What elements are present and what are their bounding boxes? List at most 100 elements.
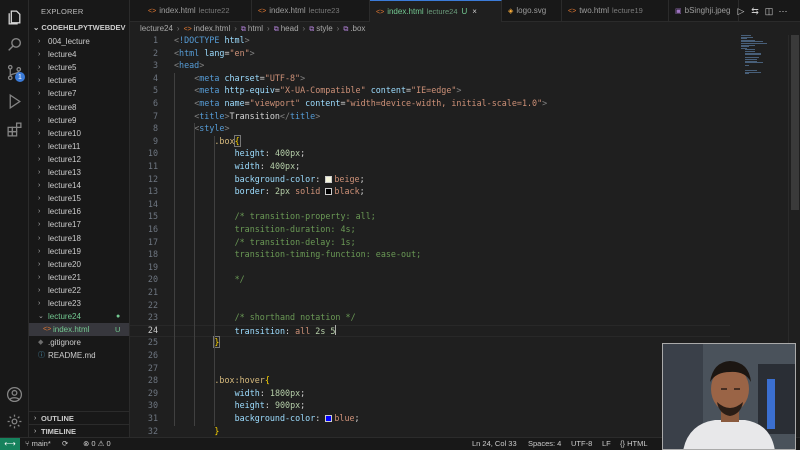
sync-icon[interactable]: ⟳ xyxy=(62,438,68,450)
gitignore-file-icon: ◆ xyxy=(38,339,44,347)
code-line: width: 1800px; xyxy=(235,388,306,398)
compare-changes-icon[interactable]: ⇆ xyxy=(748,6,762,17)
code-token: meta xyxy=(199,85,225,96)
code-line: <style> xyxy=(194,123,229,133)
remote-indicator-icon[interactable]: ⟷ xyxy=(0,438,20,450)
folder-lecture24[interactable]: ⌄ ● lecture24 xyxy=(29,310,129,323)
encoding-setting[interactable]: UTF-8 xyxy=(571,438,592,450)
eol-setting[interactable]: LF xyxy=(602,438,611,450)
breadcrumb-item[interactable]: ⧉ .box xyxy=(343,24,365,33)
color-swatch[interactable] xyxy=(325,175,333,183)
folder-lecture21[interactable]: › lecture21 xyxy=(29,271,129,284)
folder-004-lecture[interactable]: › 004_lecture xyxy=(29,35,129,48)
chevron-right-icon: › xyxy=(38,51,41,59)
extensions-icon[interactable] xyxy=(5,120,24,139)
tab-index-html-lecture24[interactable]: <> index.html lecture24 U × xyxy=(370,0,502,22)
workspace-root[interactable]: ⌄ CODEHELPYTWEBDEV xyxy=(33,23,126,32)
code-token: */ xyxy=(234,274,245,285)
search-icon[interactable] xyxy=(5,35,24,54)
line-number: 18 xyxy=(147,249,158,260)
folder-lecture11[interactable]: › lecture11 xyxy=(29,140,129,153)
folder-lecture6[interactable]: › lecture6 xyxy=(29,74,129,87)
tab-index-html-lecture23[interactable]: <> index.html lecture23 xyxy=(252,0,370,22)
indent-guide xyxy=(174,72,175,426)
settings-gear-icon[interactable] xyxy=(5,412,24,431)
folder-lecture4[interactable]: › lecture4 xyxy=(29,48,129,61)
split-editor-icon[interactable]: ◫ xyxy=(762,6,776,17)
folder-lecture10[interactable]: › lecture10 xyxy=(29,127,129,140)
scrollbar-thumb[interactable] xyxy=(791,35,799,210)
breadcrumb-item[interactable]: ⧉ head xyxy=(274,24,299,33)
close-icon[interactable]: × xyxy=(472,7,477,16)
color-swatch[interactable] xyxy=(325,415,333,422)
account-icon[interactable] xyxy=(5,385,24,404)
tab-bsinghji-jpeg[interactable]: ▣ bSinghji.jpeg xyxy=(669,0,739,22)
code-token: transition-duration: 4s; xyxy=(234,224,356,234)
folder-lecture22[interactable]: › lecture22 xyxy=(29,284,129,297)
code-token: solid xyxy=(295,186,326,197)
chevron-right-icon: › xyxy=(38,260,41,268)
line-number: 22 xyxy=(147,299,158,310)
code-token: 2s xyxy=(315,325,326,336)
folder-lecture20[interactable]: › lecture20 xyxy=(29,258,129,271)
symbol-element-icon: ⧉ xyxy=(309,26,315,33)
folder-lecture5[interactable]: › lecture5 xyxy=(29,61,129,74)
color-swatch[interactable] xyxy=(325,188,333,196)
run-icon[interactable]: ▷ xyxy=(734,6,748,17)
timeline-section[interactable]: › TIMELINE xyxy=(29,424,129,437)
language-mode[interactable]: {} HTML xyxy=(620,438,648,450)
code-token: : xyxy=(259,161,270,171)
folder-lecture16[interactable]: › lecture16 xyxy=(29,205,129,218)
code-token: "X-UA-Compatible" xyxy=(279,85,366,96)
folder-lecture12[interactable]: › lecture12 xyxy=(29,153,129,166)
breadcrumb-label: style xyxy=(316,24,333,33)
tree-item-label: lecture6 xyxy=(48,76,77,86)
tree-item-label: lecture7 xyxy=(48,89,77,99)
code-token: transition xyxy=(234,325,286,336)
tab-filename: index.html xyxy=(387,7,424,16)
tab-two-html-lecture19[interactable]: <> two.html lecture19 xyxy=(562,0,669,22)
line-number: 3 xyxy=(152,60,158,71)
code-token: content xyxy=(305,98,341,108)
html-file-icon: <> xyxy=(258,8,267,15)
tree-item-label: lecture13 xyxy=(48,168,81,177)
folder-lecture13[interactable]: › lecture13 xyxy=(29,166,129,179)
folder-lecture8[interactable]: › lecture8 xyxy=(29,101,129,114)
cursor-position[interactable]: Ln 24, Col 33 xyxy=(472,438,517,450)
line-number: 14 xyxy=(147,198,158,209)
tab-logo-svg[interactable]: ◈ logo.svg xyxy=(502,0,562,22)
file-readme-md[interactable]: ⓘ README.md xyxy=(29,349,129,362)
folder-lecture7[interactable]: › lecture7 xyxy=(29,87,129,100)
chevron-right-icon: › xyxy=(38,247,41,255)
breadcrumb-item[interactable]: ⧉ html xyxy=(241,24,263,33)
explorer-icon[interactable] xyxy=(5,8,24,27)
minimap[interactable] xyxy=(740,35,768,75)
indentation-setting[interactable]: Spaces: 4 xyxy=(528,438,561,450)
folder-lecture14[interactable]: › lecture14 xyxy=(29,179,129,192)
outline-section[interactable]: › OUTLINE xyxy=(29,411,129,424)
chevron-right-icon: › xyxy=(38,129,41,137)
folder-lecture17[interactable]: › lecture17 xyxy=(29,218,129,231)
code-line: /* shorthand notation */ xyxy=(235,312,356,322)
folder-lecture15[interactable]: › lecture15 xyxy=(29,192,129,205)
branch-indicator[interactable]: ⑂ main* xyxy=(25,438,51,450)
tab-index-html-lecture22[interactable]: <> index.html lecture22 xyxy=(142,0,252,22)
breadcrumb-item[interactable]: ⧉ style xyxy=(309,24,332,33)
code-token: > xyxy=(224,123,230,134)
folder-lecture18[interactable]: › lecture18 xyxy=(29,232,129,245)
problems-indicator[interactable]: ⊗ 0 ⚠ 0 xyxy=(83,438,111,450)
chevron-right-icon: › xyxy=(38,300,41,307)
file-index-html[interactable]: <> index.html U xyxy=(29,323,129,337)
minimap-line xyxy=(745,65,749,67)
breadcrumb-item[interactable]: lecture24 xyxy=(140,24,173,33)
chevron-right-icon: › xyxy=(38,286,41,294)
folder-lecture19[interactable]: › lecture19 xyxy=(29,245,129,258)
file--gitignore[interactable]: ◆ .gitignore xyxy=(29,336,129,349)
run-debug-icon[interactable] xyxy=(5,92,24,111)
folder-lecture9[interactable]: › lecture9 xyxy=(29,114,129,127)
breadcrumb-item[interactable]: <> index.html xyxy=(184,24,231,33)
folder-lecture23[interactable]: › lecture23 xyxy=(29,297,129,310)
code-line: <head> xyxy=(174,60,204,70)
more-actions-icon[interactable]: ⋯ xyxy=(776,6,790,17)
line-number: 30 xyxy=(147,400,158,411)
